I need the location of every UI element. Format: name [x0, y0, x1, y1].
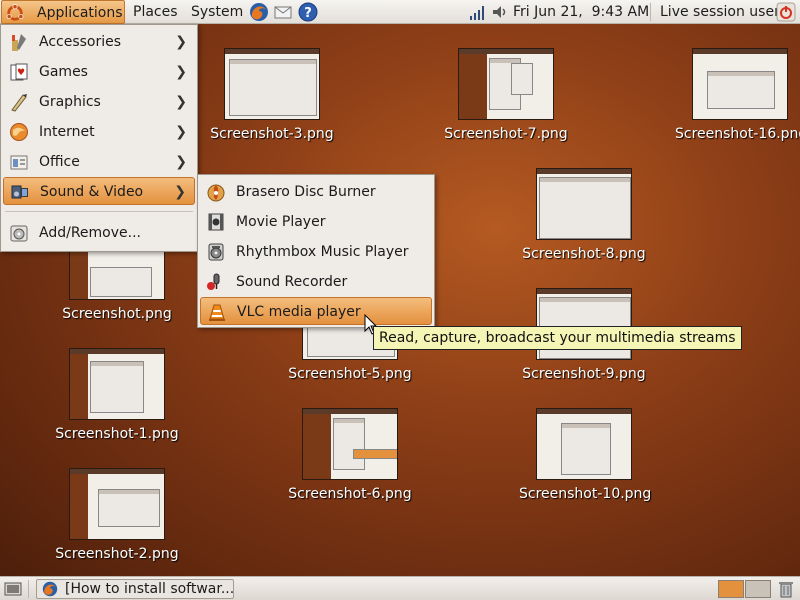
menu-item-label: Sound Recorder	[236, 274, 348, 290]
bottom-panel: [How to install softwar...	[0, 576, 800, 600]
file-thumbnail	[458, 48, 554, 120]
panel-separator	[28, 580, 29, 598]
user-name[interactable]: Live session user	[660, 0, 780, 24]
menu-item-add-remove[interactable]: Add/Remove...	[3, 219, 195, 247]
menu-item-sound-recorder[interactable]: Sound Recorder	[200, 268, 432, 296]
volume-icon[interactable]	[490, 2, 510, 22]
brasero-icon	[207, 184, 225, 202]
desktop-icon-label: Screenshot.png	[62, 306, 172, 322]
menu-item-label: Accessories	[39, 34, 122, 50]
file-thumbnail	[302, 408, 398, 480]
tooltip: Read, capture, broadcast your multimedia…	[373, 326, 742, 350]
ubuntu-logo-icon	[6, 4, 24, 21]
desktop-icon-label: Screenshot-1.png	[55, 426, 179, 442]
internet-icon	[10, 123, 28, 141]
menu-item-movie-player[interactable]: Movie Player	[200, 208, 432, 236]
desktop-icon-label: Screenshot-9.png	[522, 366, 646, 382]
chevron-right-icon: ❯	[175, 154, 187, 170]
desktop-icon-label: Screenshot-10.png	[519, 486, 652, 502]
movie-player-icon	[208, 213, 224, 231]
vlc-icon	[209, 304, 225, 321]
menu-item-office[interactable]: Office ❯	[3, 148, 195, 176]
chevron-right-icon: ❯	[175, 64, 187, 80]
places-menu-button[interactable]: Places	[133, 0, 178, 24]
office-icon	[10, 155, 28, 170]
menu-item-brasero[interactable]: Brasero Disc Burner	[200, 178, 432, 206]
add-remove-icon	[10, 225, 28, 242]
workspace-1[interactable]	[718, 580, 744, 598]
applications-menu: Accessories ❯ ♥ Games ❯ Graphics ❯ Inter…	[0, 24, 198, 252]
desktop-icon-label: Screenshot-5.png	[288, 366, 412, 382]
menu-item-label: Games	[39, 64, 88, 80]
help-icon[interactable]: ?	[298, 2, 318, 22]
desktop-icon-label: Screenshot-8.png	[522, 246, 646, 262]
desktop-icon-label: Screenshot-6.png	[288, 486, 412, 502]
chevron-right-icon: ❯	[174, 184, 186, 200]
chevron-right-icon: ❯	[175, 124, 187, 140]
graphics-icon	[11, 94, 27, 112]
rhythmbox-icon	[208, 243, 224, 261]
menu-item-label: Office	[39, 154, 80, 170]
mail-icon[interactable]	[273, 2, 293, 22]
file-thumbnail	[69, 348, 165, 420]
svg-text:♥: ♥	[17, 68, 25, 78]
applications-menu-button[interactable]: Applications	[1, 0, 125, 24]
menu-item-vlc[interactable]: VLC media player	[200, 297, 432, 325]
applications-label: Applications	[37, 5, 123, 21]
menu-item-internet[interactable]: Internet ❯	[3, 118, 195, 146]
workspace-2[interactable]	[745, 580, 771, 598]
places-label: Places	[133, 4, 178, 20]
file-thumbnail	[69, 468, 165, 540]
menu-item-rhythmbox[interactable]: Rhythmbox Music Player	[200, 238, 432, 266]
file-thumbnail	[536, 168, 632, 240]
chevron-right-icon: ❯	[175, 34, 187, 50]
menu-item-games[interactable]: ♥ Games ❯	[3, 58, 195, 86]
menu-item-label: Add/Remove...	[39, 225, 141, 241]
games-icon: ♥	[10, 63, 28, 81]
menu-item-label: Graphics	[39, 94, 101, 110]
taskbar-window-label: [How to install softwar...	[65, 581, 234, 597]
menu-item-label: Sound & Video	[40, 184, 144, 200]
system-label: System	[191, 4, 244, 20]
top-panel: Applications Places System ? Fri Jun 21,…	[0, 0, 800, 24]
menu-item-label: Rhythmbox Music Player	[236, 244, 409, 260]
taskbar-window-button[interactable]: [How to install softwar...	[36, 579, 234, 599]
menu-item-label: Movie Player	[236, 214, 326, 230]
svg-text:?: ?	[304, 6, 312, 21]
menu-item-graphics[interactable]: Graphics ❯	[3, 88, 195, 116]
menu-item-label: Brasero Disc Burner	[236, 184, 376, 200]
menu-separator	[5, 211, 193, 212]
menu-item-label: VLC media player	[237, 304, 361, 320]
menu-item-label: Internet	[39, 124, 95, 140]
accessories-icon	[12, 34, 26, 51]
desktop-icon-label: Screenshot-2.png	[55, 546, 179, 562]
sound-recorder-icon	[207, 273, 220, 290]
menu-item-sound-video[interactable]: Sound & Video ❯	[3, 177, 195, 205]
network-icon[interactable]	[468, 2, 488, 22]
sound-video-submenu: Brasero Disc Burner Movie Player Rhythmb…	[197, 174, 435, 328]
system-menu-button[interactable]: System	[191, 0, 243, 24]
firefox-icon[interactable]	[249, 2, 269, 22]
power-icon[interactable]	[776, 2, 796, 22]
trash-icon[interactable]	[776, 579, 796, 599]
desktop-icon-label: Screenshot-3.png	[210, 126, 334, 142]
file-thumbnail	[536, 408, 632, 480]
show-desktop-icon[interactable]	[3, 579, 23, 599]
sound-video-icon	[11, 185, 28, 199]
file-thumbnail	[692, 48, 788, 120]
menu-item-accessories[interactable]: Accessories ❯	[3, 28, 195, 56]
chevron-right-icon: ❯	[175, 94, 187, 110]
clock[interactable]: Fri Jun 21, 9:43 AM	[513, 0, 649, 24]
file-thumbnail	[224, 48, 320, 120]
desktop-icon-label: Screenshot-7.png	[444, 126, 568, 142]
firefox-icon	[42, 581, 58, 597]
panel-separator	[650, 3, 651, 21]
desktop-icon-label: Screenshot-16.png	[675, 126, 800, 142]
